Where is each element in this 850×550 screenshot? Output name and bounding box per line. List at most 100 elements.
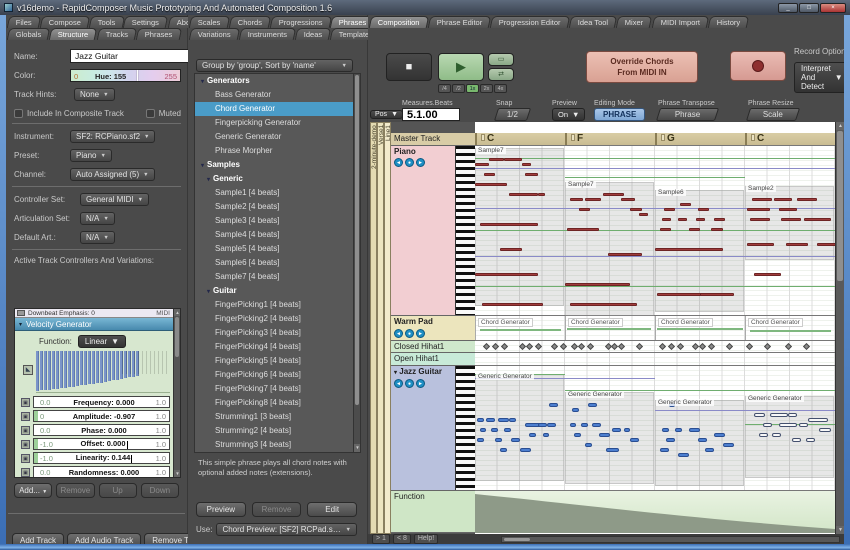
- list-item-fingerpicking7-4-beats-[interactable]: FingerPicking7 [4 beats]: [195, 382, 360, 396]
- midi-note[interactable]: [574, 433, 581, 437]
- list-item-fingerpicking1-4-beats-[interactable]: FingerPicking1 [4 beats]: [195, 298, 360, 312]
- tab-tools[interactable]: Tools: [88, 16, 125, 28]
- list-item-fingerpicking3-4-beats-[interactable]: FingerPicking3 [4 beats]: [195, 326, 360, 340]
- warm-pad-track-header[interactable]: Warm Pad ◄ ● ►: [391, 316, 475, 341]
- velocity-generator-header[interactable]: ▾ Velocity Generator: [15, 318, 180, 331]
- list-item-generic[interactable]: ▾ Generic: [195, 172, 360, 186]
- timeline-hscrollbar[interactable]: [501, 535, 840, 543]
- generator-cell[interactable]: Chord Generator: [475, 316, 565, 340]
- midi-note[interactable]: [630, 208, 642, 211]
- speed-1x[interactable]: 1x: [466, 84, 479, 93]
- list-item-strumming1-3-beats-[interactable]: Strumming1 [3 beats]: [195, 410, 360, 424]
- tab-idea-tool[interactable]: Idea Tool: [568, 16, 618, 28]
- list-item-guitar[interactable]: ▾ Guitar: [195, 284, 360, 298]
- function-track-header[interactable]: Function: [391, 491, 475, 533]
- function-row[interactable]: [475, 491, 835, 533]
- piano-keys[interactable]: [455, 366, 475, 490]
- master-chord-row[interactable]: CFGC: [475, 133, 835, 146]
- midi-note[interactable]: [585, 198, 601, 201]
- midi-note[interactable]: [499, 448, 507, 452]
- list-item-fingerpicking-generator[interactable]: Fingerpicking Generator: [195, 116, 360, 130]
- tab-files[interactable]: Files: [6, 16, 42, 28]
- slider-offset[interactable]: -1.0 Offset: 0.000 1.0: [33, 438, 170, 450]
- midi-note[interactable]: [697, 208, 709, 211]
- hihat-hit[interactable]: [698, 342, 707, 351]
- midi-note[interactable]: [605, 448, 619, 452]
- channel-dropdown[interactable]: Auto Assigned (5) ▼: [70, 168, 155, 181]
- section-strip-verse1[interactable]: Verse1: [377, 122, 384, 534]
- phrase-block[interactable]: [745, 396, 834, 478]
- hihat-hit[interactable]: [482, 342, 491, 351]
- phrase-transpose-button[interactable]: Phrase: [655, 108, 720, 121]
- list-item-sample1-4-beats-[interactable]: Sample1 [4 beats]: [195, 186, 360, 200]
- scroll-down-icon[interactable]: ▼: [354, 444, 360, 452]
- list-item-strumming2-4-beats-[interactable]: Strumming2 [4 beats]: [195, 424, 360, 438]
- status-button[interactable]: > 1: [372, 534, 390, 544]
- knob-icon[interactable]: ▣: [21, 411, 30, 421]
- record-options-dropdown[interactable]: Interpret And Detect ▼: [794, 62, 850, 93]
- hihat-hit[interactable]: [500, 342, 509, 351]
- midi-note[interactable]: [661, 218, 671, 221]
- midi-note[interactable]: [607, 253, 642, 256]
- graph-icon[interactable]: ◣: [23, 365, 33, 375]
- midi-note[interactable]: [511, 438, 520, 442]
- fwd-icon[interactable]: ►: [416, 158, 425, 167]
- midi-note[interactable]: [666, 438, 676, 442]
- hihat-hit[interactable]: [725, 342, 734, 351]
- add-controller-button[interactable]: Add... ▼: [14, 483, 53, 498]
- midi-note[interactable]: [580, 423, 588, 427]
- snap-button[interactable]: 1/2: [493, 108, 532, 121]
- midi-note[interactable]: [778, 208, 797, 211]
- midi-note[interactable]: [567, 228, 599, 231]
- hihat-hit[interactable]: [550, 342, 558, 351]
- midi-note[interactable]: [569, 198, 583, 201]
- midi-note[interactable]: [796, 198, 817, 201]
- midi-note[interactable]: [747, 208, 770, 211]
- midi-note[interactable]: [598, 433, 610, 437]
- midi-note[interactable]: [522, 163, 532, 166]
- minimize-button[interactable]: _: [778, 2, 798, 13]
- knob-icon[interactable]: ▣: [21, 397, 30, 407]
- midi-note[interactable]: [639, 213, 649, 216]
- knob-icon[interactable]: ▣: [21, 453, 30, 463]
- midi-note[interactable]: [747, 243, 775, 246]
- dot-icon[interactable]: ●: [405, 158, 414, 167]
- list-item-fingerpicking4-4-beats-[interactable]: FingerPicking4 [4 beats]: [195, 340, 360, 354]
- midi-note[interactable]: [785, 243, 808, 246]
- midi-note[interactable]: [569, 303, 637, 306]
- back-icon[interactable]: ◄: [394, 379, 403, 388]
- hihat-hit[interactable]: [525, 342, 533, 351]
- list-item-phrase-morpher[interactable]: Phrase Morpher: [195, 144, 360, 158]
- list-item-sample2-4-beats-[interactable]: Sample2 [4 beats]: [195, 200, 360, 214]
- hue-slider[interactable]: 0 Hue: 155 255: [70, 69, 181, 82]
- default-art-dropdown[interactable]: N/A ▼: [80, 231, 115, 244]
- hihat-hit[interactable]: [784, 342, 792, 351]
- hihat-hit[interactable]: [617, 342, 626, 351]
- open-hihat-row[interactable]: [475, 353, 835, 366]
- scroll-down-icon[interactable]: ▼: [174, 470, 180, 477]
- slider-frequency[interactable]: 0.0 Frequency: 0.000 1.0: [33, 396, 170, 408]
- measures-beats-value[interactable]: 5.1.00: [402, 108, 460, 121]
- tab-history[interactable]: History: [707, 16, 750, 28]
- midi-note[interactable]: [585, 443, 592, 447]
- hihat-hit[interactable]: [667, 342, 675, 351]
- tab-phrases[interactable]: Phrases: [135, 28, 182, 40]
- section-strip-2-minute-demo[interactable]: 2-minute-demo: [370, 122, 377, 534]
- midi-note[interactable]: [475, 273, 538, 276]
- midi-note[interactable]: [490, 428, 498, 432]
- closed-hihat-track-header[interactable]: Closed Hihat1: [391, 341, 475, 353]
- instrument-dropdown[interactable]: SF2: RCPiano.sf2 ▼: [70, 130, 156, 143]
- scrollbar-thumb[interactable]: [355, 75, 359, 405]
- guitar-roll[interactable]: Generic Generator Generic Generator Generi…: [475, 366, 835, 491]
- scrollbar-thumb[interactable]: [837, 131, 843, 281]
- dot-icon[interactable]: ●: [405, 329, 414, 338]
- tab-phrase-editor[interactable]: Phrase Editor: [427, 16, 492, 28]
- midi-note[interactable]: [504, 158, 523, 161]
- phrase-block[interactable]: [565, 182, 654, 316]
- hihat-hit[interactable]: [676, 342, 684, 351]
- hue-marker[interactable]: [137, 70, 139, 81]
- midi-note[interactable]: [479, 223, 538, 226]
- tab-globals[interactable]: Globals: [6, 28, 51, 40]
- close-button[interactable]: ×: [820, 2, 846, 13]
- tab-tracks[interactable]: Tracks: [96, 28, 138, 40]
